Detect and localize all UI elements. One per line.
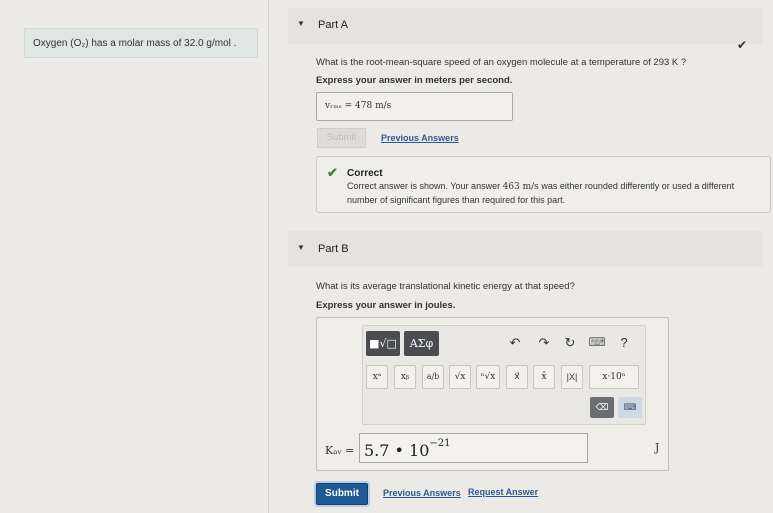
feedback-box: ✔ Correct Correct answer is shown. Your … [316, 156, 771, 213]
feedback-text-1: Correct answer is shown. Your answer [347, 181, 503, 191]
part-b-instruction: Express your answer in joules. [316, 300, 456, 311]
backspace-icon[interactable]: ⌫ [590, 397, 614, 418]
problem-statement: Oxygen (O₂) has a molar mass of 32.0 g/m… [24, 28, 258, 58]
vector-button[interactable]: x⃗ [506, 365, 528, 389]
undo-icon[interactable]: ↶ [505, 335, 525, 351]
nth-root-button[interactable]: ⁿ√x [476, 365, 500, 389]
feedback-body: Correct answer is shown. Your answer 463… [347, 180, 762, 206]
unit-vector-button[interactable]: x̂ [533, 365, 555, 389]
part-b-submit-button[interactable]: Submit [316, 483, 368, 505]
feedback-title: Correct [347, 168, 383, 179]
redo-icon[interactable]: ↷ [534, 335, 554, 351]
part-a-submit-button[interactable]: Submit [317, 128, 366, 148]
part-b-previous-answers-link[interactable]: Previous Answers [383, 488, 461, 498]
panel-divider [268, 0, 269, 513]
completed-check-icon: ✔ [737, 38, 748, 52]
part-b-answer-input[interactable]: 5.7 • 10−21 [359, 433, 588, 463]
part-b-header[interactable]: ▼ Part B [288, 231, 763, 267]
templates-button[interactable]: ■√□ [366, 331, 400, 356]
part-b-title: Part B [318, 243, 349, 255]
keypad-icon[interactable]: ⌨ [618, 397, 642, 418]
part-b-question: What is its average translational kineti… [316, 281, 575, 292]
answer-variable-label: Kₐᵥ = [325, 444, 355, 457]
reset-icon[interactable]: ↻ [560, 335, 580, 351]
problem-panel [0, 0, 268, 513]
feedback-value: 463 m/s [502, 182, 539, 192]
part-a-title: Part A [318, 19, 348, 31]
greek-symbols-button[interactable]: ΑΣφ [404, 331, 439, 356]
part-a-header[interactable]: ▼ Part A [288, 8, 763, 44]
request-answer-link[interactable]: Request Answer [468, 487, 538, 497]
absolute-value-button[interactable]: |X| [561, 365, 583, 389]
correct-check-icon: ✔ [327, 165, 338, 180]
part-a-previous-answers-link[interactable]: Previous Answers [381, 133, 459, 143]
part-a-question: What is the root-mean-square speed of an… [316, 57, 687, 68]
fraction-button[interactable]: a/b [422, 365, 444, 389]
part-a-answer-field: vᵣₘₛ = 478 m/s [316, 92, 513, 121]
square-root-button[interactable]: √x [449, 365, 471, 389]
scientific-notation-button[interactable]: x·10ⁿ [589, 365, 639, 389]
part-a-instruction: Express your answer in meters per second… [316, 75, 513, 86]
subscript-button[interactable]: xᵦ [394, 365, 416, 389]
help-icon[interactable]: ? [614, 335, 634, 350]
collapse-caret-icon[interactable]: ▼ [297, 243, 305, 252]
answer-value: 5.7 • 10 [364, 441, 430, 460]
collapse-caret-icon[interactable]: ▼ [297, 19, 305, 28]
answer-unit: J [655, 441, 660, 454]
keyboard-shortcuts-icon[interactable]: ⌨ [587, 335, 607, 349]
answer-exponent: −21 [429, 437, 451, 449]
superscript-button[interactable]: xᵃ [366, 365, 388, 389]
